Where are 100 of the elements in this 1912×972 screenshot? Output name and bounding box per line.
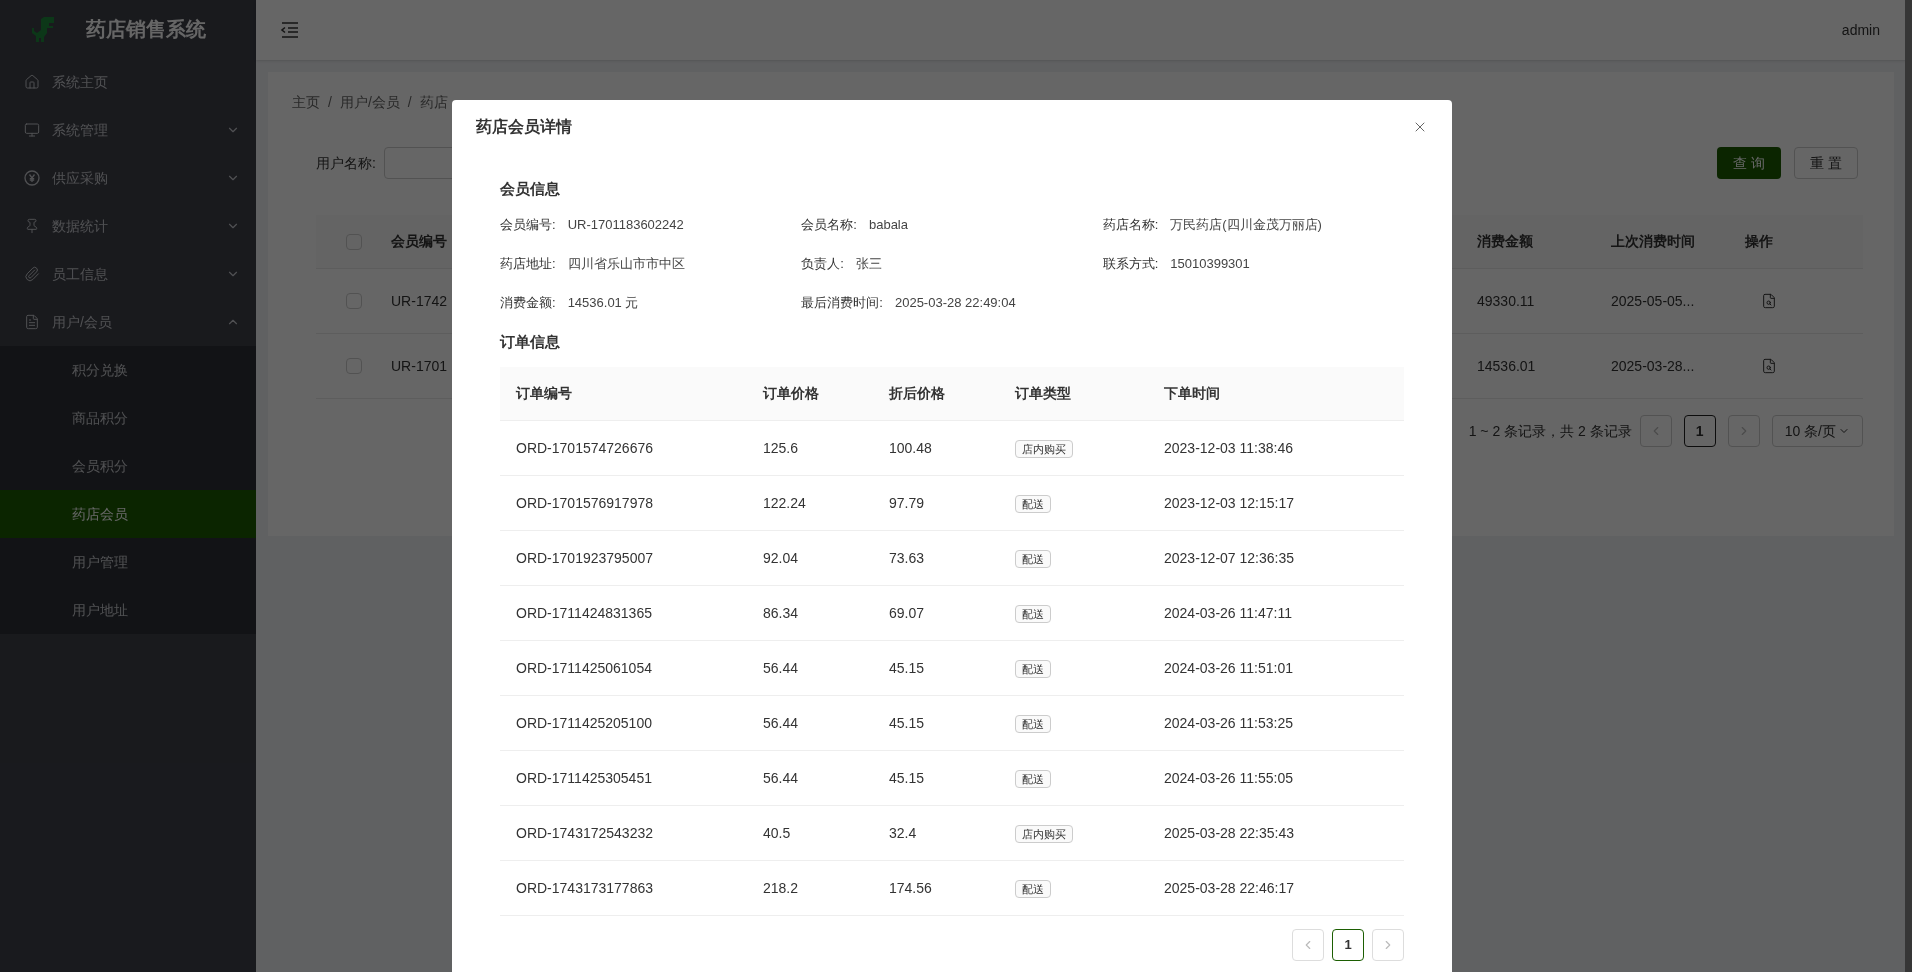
page-button[interactable]: 1	[1683, 415, 1716, 447]
section-title: 订单信息	[500, 332, 561, 352]
table-cell-text: 73.63	[889, 548, 926, 568]
monitor-icon	[24, 122, 40, 138]
table-cell-text: ORD-1701574726676	[516, 438, 654, 458]
field-label: 会员名称:	[801, 216, 857, 234]
column-header: 订单编号	[516, 384, 573, 403]
table-cell-text: 125.6	[763, 438, 800, 458]
app-title: 药店销售系统	[86, 17, 206, 42]
field-value: 万民药店(四川金茂万丽店)	[1170, 216, 1322, 234]
view-detail-icon[interactable]	[1761, 293, 1777, 309]
table-cell-text: 2024-03-26 11:47:11	[1164, 603, 1293, 623]
table-cell-text: 97.79	[889, 493, 926, 513]
table-cell-text: 56.44	[763, 768, 800, 788]
next-page-button[interactable]	[1372, 929, 1404, 961]
table-cell-text: 32.4	[889, 823, 918, 843]
breadcrumb-item[interactable]: 用户/会员	[339, 92, 400, 113]
table-cell-text: 122.24	[763, 493, 807, 513]
field-value: babala	[868, 216, 908, 234]
order-type-tag: 店内购买	[1015, 824, 1073, 843]
field-label: 消费金额:	[500, 294, 556, 312]
table-cell-text: 100.48	[889, 438, 933, 458]
order-type-tag: 配送	[1015, 549, 1051, 568]
table-cell-text: ORD-1743173177863	[516, 878, 654, 898]
table-cell-text: 92.04	[763, 548, 800, 568]
table-cell-text: 2023-12-03 12:15:17	[1164, 493, 1295, 513]
table-cell-text: UR-1701	[391, 356, 449, 376]
breadcrumb-separator: /	[407, 93, 412, 112]
order-type-tag: 配送	[1015, 604, 1051, 623]
table-cell-text: 69.07	[889, 603, 926, 623]
table-cell-text: 2024-03-26 11:53:25	[1164, 713, 1294, 733]
breadcrumb-separator: /	[328, 93, 332, 112]
order-type-tag: 配送	[1015, 714, 1051, 733]
table-cell-text: 86.34	[763, 603, 800, 623]
column-header: 订单类型	[1015, 384, 1072, 403]
table-cell-text: ORD-1711424831365	[516, 603, 653, 623]
field-label: 负责人:	[801, 255, 844, 273]
field-label: 药店地址:	[500, 255, 556, 273]
record-summary: 1 ~ 2 条记录，共 2 条记录	[1468, 421, 1632, 441]
field-label: 用户名称:	[316, 153, 376, 173]
column-header: 折后价格	[889, 384, 946, 403]
table-cell-text: 2023-12-03 11:38:46	[1164, 438, 1294, 458]
table-cell-text: ORD-1701923795007	[516, 548, 654, 568]
table-cell-text: 2025-03-28 22:46:17	[1164, 878, 1295, 898]
view-detail-icon[interactable]	[1761, 358, 1777, 374]
table-cell-text: 2024-03-26 11:55:05	[1164, 768, 1294, 788]
dialog-title: 药店会员详情	[476, 117, 572, 137]
field-value: 15010399301	[1170, 255, 1250, 273]
document-icon	[24, 314, 40, 330]
table-cell-text: 49330.11	[1477, 291, 1536, 311]
order-type-tag: 配送	[1015, 494, 1051, 513]
table-cell-text: UR-1742	[391, 291, 449, 311]
table-cell-text: 45.15	[889, 658, 926, 678]
table-cell-text: 14536.01	[1477, 356, 1537, 376]
table-cell-text: 2023-12-07 12:36:35	[1164, 548, 1295, 568]
field-value: 2025-03-28 22:49:04	[894, 294, 1016, 312]
field-value: 四川省乐山市市中区	[567, 255, 685, 273]
page-size-select[interactable]: 10 条/页	[1771, 415, 1863, 447]
table-cell-text: 218.2	[763, 878, 800, 898]
order-type-tag: 配送	[1015, 879, 1051, 898]
table-cell-text: ORD-1743172543232	[516, 823, 654, 843]
home-icon	[24, 74, 40, 90]
page-button[interactable]: 1	[1332, 929, 1364, 961]
column-header: 操作	[1745, 232, 1774, 251]
table-cell-text: 56.44	[763, 713, 800, 733]
next-page-button[interactable]	[1727, 415, 1760, 447]
yen-icon	[24, 170, 40, 186]
breadcrumb-item[interactable]: 主页	[292, 92, 320, 113]
table-cell-text: 2025-03-28...	[1611, 356, 1696, 376]
field-value: 张三	[855, 255, 882, 273]
table-cell-text: ORD-1711425061054	[516, 658, 653, 678]
table-cell-text: 45.15	[889, 768, 926, 788]
scrollbar[interactable]	[1905, 0, 1912, 972]
section-title: 会员信息	[500, 179, 561, 199]
table-cell-text: 2024-03-26 11:51:01	[1164, 658, 1294, 678]
reset-button[interactable]: 重 置	[1794, 147, 1858, 179]
table-cell-text: ORD-1701576917978	[516, 493, 654, 513]
user-name[interactable]: admin	[1841, 19, 1880, 41]
previous-page-button[interactable]	[1292, 929, 1324, 961]
column-header: 上次消费时间	[1611, 232, 1696, 251]
table-cell-text: 2025-05-05...	[1611, 291, 1696, 311]
column-header: 消费金额	[1477, 232, 1534, 251]
table-cell-text: ORD-1711425205100	[516, 713, 653, 733]
pin-icon	[24, 218, 40, 234]
column-header: 会员编号	[391, 232, 448, 251]
previous-page-button[interactable]	[1639, 415, 1672, 447]
table-cell-text: 174.56	[889, 878, 933, 898]
order-type-tag: 店内购买	[1015, 439, 1073, 458]
breadcrumb-item[interactable]: 药店	[419, 92, 448, 113]
query-button[interactable]: 查 询	[1717, 147, 1781, 179]
submenu-item[interactable]: 药店会员	[0, 490, 256, 538]
field-label: 最后消费时间:	[801, 294, 883, 312]
field-value: 14536.01 元	[567, 294, 639, 312]
order-type-tag: 配送	[1015, 769, 1051, 788]
table-cell-text: 56.44	[763, 658, 800, 678]
field-label: 联系方式:	[1102, 255, 1159, 273]
field-value: UR-1701183602242	[567, 216, 684, 234]
column-header: 下单时间	[1164, 384, 1221, 403]
table-cell-text: 40.5	[763, 823, 792, 843]
menu-icon[interactable]	[280, 21, 300, 39]
